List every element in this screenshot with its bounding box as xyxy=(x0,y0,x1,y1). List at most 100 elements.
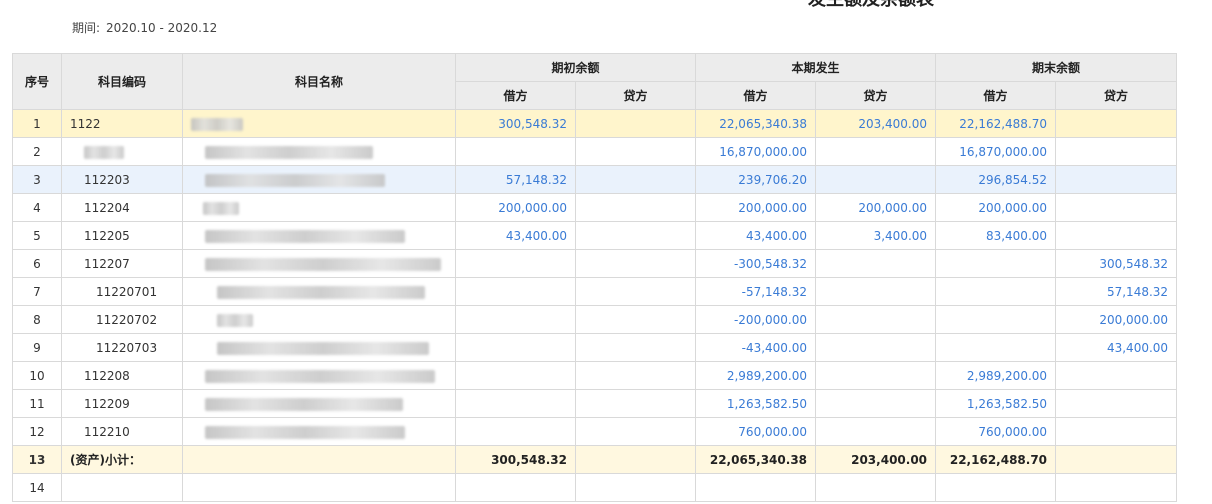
col-header-opening-debit[interactable]: 借方 xyxy=(455,81,576,110)
cell-period-credit xyxy=(815,417,937,446)
cell-closing-debit xyxy=(935,305,1057,334)
table-row[interactable]: 14 xyxy=(12,473,1178,502)
cell-opening-credit xyxy=(574,333,697,362)
cell-closing-debit xyxy=(935,473,1057,502)
cell-period-credit: 3,400.00 xyxy=(815,221,937,250)
cell-code: 112209 xyxy=(61,389,183,418)
col-header-code[interactable]: 科目编码 xyxy=(61,53,183,110)
cell-closing-credit: 43,400.00 xyxy=(1055,333,1178,362)
cell-opening-credit xyxy=(574,221,697,250)
col-header-period-debit[interactable]: 借方 xyxy=(695,81,817,110)
cell-code: 1122 xyxy=(61,109,183,138)
cell-code: 112204 xyxy=(61,193,183,222)
period-label: 期间: xyxy=(72,21,101,35)
cell-code xyxy=(61,473,183,502)
table-row[interactable]: 10 112208 2,989,200.00 2,989,200.00 xyxy=(12,361,1178,390)
cell-opening-debit: 57,148.32 xyxy=(455,165,576,194)
cell-closing-debit: 83,400.00 xyxy=(935,221,1057,250)
col-header-closing-debit[interactable]: 借方 xyxy=(935,81,1057,110)
cell-code: 112207 xyxy=(61,249,183,278)
cell-name-redacted xyxy=(182,389,456,418)
cell-period-credit xyxy=(815,305,937,334)
cell-opening-credit xyxy=(574,305,697,334)
cell-opening-credit xyxy=(574,249,697,278)
cell-opening-credit xyxy=(574,277,697,306)
cell-index: 8 xyxy=(12,305,62,334)
cell-name-redacted xyxy=(182,193,456,222)
cell-closing-debit: 22,162,488.70 xyxy=(935,109,1057,138)
cell-period-debit: 22,065,340.38 xyxy=(695,109,817,138)
col-header-opening-credit[interactable]: 贷方 xyxy=(574,81,697,110)
cell-code: 11220701 xyxy=(61,277,183,306)
col-header-period-credit[interactable]: 贷方 xyxy=(815,81,937,110)
cell-closing-debit: 200,000.00 xyxy=(935,193,1057,222)
table-row[interactable]: 5 112205 43,400.00 43,400.00 3,400.00 83… xyxy=(12,221,1178,250)
period-line: 期间: 2020.10 - 2020.12 xyxy=(72,20,217,36)
cell-opening-credit xyxy=(574,473,697,502)
cell-opening-debit xyxy=(455,389,576,418)
cell-name-redacted xyxy=(182,417,456,446)
table-row[interactable]: 9 11220703 -43,400.00 43,400.00 xyxy=(12,333,1178,362)
cell-period-debit xyxy=(695,473,817,502)
cell-opening-debit xyxy=(455,249,576,278)
cell-name-redacted xyxy=(182,333,456,362)
cell-closing-debit: 1,263,582.50 xyxy=(935,389,1057,418)
table-row[interactable]: 4 112204 200,000.00 200,000.00 200,000.0… xyxy=(12,193,1178,222)
table-row[interactable]: 12 112210 760,000.00 760,000.00 xyxy=(12,417,1178,446)
cell-closing-credit xyxy=(1055,221,1178,250)
cell-index: 14 xyxy=(12,473,62,502)
cell-period-debit: -43,400.00 xyxy=(695,333,817,362)
table-row-subtotal[interactable]: 13 (资产)小计： 300,548.32 22,065,340.38 203,… xyxy=(12,445,1178,474)
table-row[interactable]: 3 112203 57,148.32 239,706.20 296,854.52 xyxy=(12,165,1178,194)
cell-opening-debit xyxy=(455,277,576,306)
cell-period-credit: 203,400.00 xyxy=(815,109,937,138)
balance-table: 序号 科目编码 科目名称 期初余额 本期发生 期末余额 借方 贷方 借方 贷方 … xyxy=(12,53,1178,502)
cell-closing-credit xyxy=(1055,417,1178,446)
cell-index: 6 xyxy=(12,249,62,278)
cell-opening-debit xyxy=(455,417,576,446)
col-header-index[interactable]: 序号 xyxy=(12,53,62,110)
cell-period-credit xyxy=(815,361,937,390)
cell-opening-debit xyxy=(455,305,576,334)
cell-index: 10 xyxy=(12,361,62,390)
cell-period-debit: 239,706.20 xyxy=(695,165,817,194)
cell-name-redacted xyxy=(182,305,456,334)
cell-period-debit: -57,148.32 xyxy=(695,277,817,306)
cell-index: 4 xyxy=(12,193,62,222)
cell-closing-credit xyxy=(1055,361,1178,390)
cell-name-redacted xyxy=(182,361,456,390)
cell-name-redacted xyxy=(182,137,456,166)
cell-period-debit: 760,000.00 xyxy=(695,417,817,446)
cell-period-debit: -300,548.32 xyxy=(695,249,817,278)
cell-code: 112203 xyxy=(61,165,183,194)
cell-period-debit: 22,065,340.38 xyxy=(695,445,817,474)
cell-opening-debit: 300,548.32 xyxy=(455,445,576,474)
cell-index: 7 xyxy=(12,277,62,306)
header-row-1: 序号 科目编码 科目名称 期初余额 本期发生 期末余额 xyxy=(12,53,1178,110)
cell-opening-credit xyxy=(574,445,697,474)
cell-period-debit: 200,000.00 xyxy=(695,193,817,222)
table-row[interactable]: 7 11220701 -57,148.32 57,148.32 xyxy=(12,277,1178,306)
cell-closing-credit xyxy=(1055,445,1178,474)
table-row[interactable]: 6 112207 -300,548.32 300,548.32 xyxy=(12,249,1178,278)
table-row[interactable]: 8 11220702 -200,000.00 200,000.00 xyxy=(12,305,1178,334)
col-header-name[interactable]: 科目名称 xyxy=(182,53,456,110)
table-row[interactable]: 1 1122 300,548.32 22,065,340.38 203,400.… xyxy=(12,109,1178,138)
cell-period-credit xyxy=(815,137,937,166)
cell-index: 13 xyxy=(12,445,62,474)
cell-opening-debit xyxy=(455,333,576,362)
table-row[interactable]: 11 112209 1,263,582.50 1,263,582.50 xyxy=(12,389,1178,418)
cell-name xyxy=(182,473,456,502)
cell-code: 112210 xyxy=(61,417,183,446)
cell-subtotal-label: (资产)小计： xyxy=(61,445,183,474)
table-row[interactable]: 2 16,870,000.00 16,870,000.00 xyxy=(12,137,1178,166)
cell-closing-debit xyxy=(935,277,1057,306)
cell-opening-debit xyxy=(455,137,576,166)
cell-opening-credit xyxy=(574,137,697,166)
col-header-closing-credit[interactable]: 贷方 xyxy=(1055,81,1178,110)
cell-closing-credit: 57,148.32 xyxy=(1055,277,1178,306)
cell-opening-debit: 43,400.00 xyxy=(455,221,576,250)
cell-index: 1 xyxy=(12,109,62,138)
cell-index: 3 xyxy=(12,165,62,194)
cell-index: 2 xyxy=(12,137,62,166)
